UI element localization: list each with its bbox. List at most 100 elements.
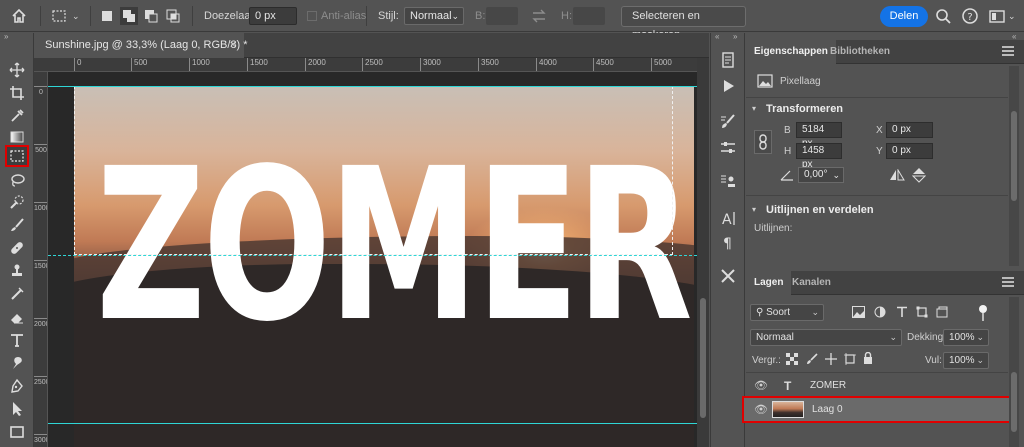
divider bbox=[746, 195, 1008, 196]
select-and-mask-button[interactable]: Selecteren en maskeren... bbox=[621, 6, 746, 41]
link-icon[interactable] bbox=[754, 130, 772, 154]
properties-scrollbar[interactable] bbox=[1009, 66, 1019, 266]
brush-tool[interactable] bbox=[5, 214, 29, 236]
lasso-tool[interactable] bbox=[5, 169, 29, 191]
antialias-checkbox[interactable] bbox=[307, 11, 317, 21]
healing-brush-tool[interactable] bbox=[5, 237, 29, 259]
add-to-selection-icon[interactable] bbox=[120, 7, 138, 25]
type-tool[interactable] bbox=[5, 329, 29, 351]
chevron-down-icon[interactable]: ⌄ bbox=[1008, 6, 1016, 26]
collapse-icon[interactable]: « bbox=[715, 32, 719, 41]
adjustments-icon[interactable] bbox=[719, 139, 737, 157]
layer-row[interactable]: 👁 Laag 0 bbox=[742, 396, 1012, 423]
intersect-selection-icon[interactable] bbox=[164, 7, 182, 25]
layers-scrollbar[interactable] bbox=[1009, 297, 1019, 447]
new-selection-icon[interactable] bbox=[98, 7, 116, 25]
opacity-label: Dekking: bbox=[907, 332, 946, 343]
ruler-tick: 1500 bbox=[34, 260, 47, 270]
scrollbar-thumb[interactable] bbox=[1011, 111, 1017, 201]
subtract-selection-icon[interactable] bbox=[142, 7, 160, 25]
eyedropper-tool[interactable] bbox=[5, 105, 29, 127]
move-tool[interactable] bbox=[5, 59, 29, 81]
marquee-preset-icon[interactable] bbox=[50, 7, 68, 25]
close-icon[interactable]: × bbox=[230, 33, 236, 58]
flip-horizontal-icon[interactable] bbox=[889, 169, 905, 181]
play-icon[interactable] bbox=[719, 77, 737, 95]
visibility-eye-icon[interactable]: 👁 bbox=[754, 398, 768, 422]
lock-position-icon[interactable] bbox=[824, 352, 838, 366]
filter-shape-icon[interactable] bbox=[916, 306, 928, 318]
x-input[interactable]: 0 px bbox=[886, 122, 933, 138]
filter-toggle-icon[interactable] bbox=[979, 305, 987, 313]
chevron-down-icon[interactable]: ▾ bbox=[752, 104, 756, 113]
filter-pixel-icon[interactable] bbox=[852, 306, 865, 318]
panel-menu-icon[interactable] bbox=[1002, 46, 1014, 56]
svg-text:?: ? bbox=[967, 12, 972, 23]
pen-tool[interactable] bbox=[5, 375, 29, 397]
share-button[interactable]: Delen bbox=[880, 6, 928, 27]
paragraph-icon[interactable]: ¶ bbox=[719, 233, 737, 251]
chevron-down-icon: ⌄ bbox=[811, 307, 819, 317]
history-brush-tool[interactable] bbox=[5, 283, 29, 305]
feather-input[interactable]: 0 px bbox=[249, 7, 297, 25]
ruler-tick: 2500 bbox=[34, 376, 47, 386]
workspace-icon[interactable] bbox=[988, 7, 1006, 25]
width-input[interactable] bbox=[486, 7, 518, 25]
quick-selection-icon bbox=[10, 195, 24, 209]
filter-type-icon[interactable] bbox=[896, 306, 908, 318]
visibility-eye-icon[interactable]: 👁 bbox=[754, 374, 768, 398]
width-input[interactable]: 5184 px bbox=[796, 122, 842, 149]
tools-icon[interactable] bbox=[719, 267, 737, 285]
tab-bibliotheken[interactable]: Bibliotheken bbox=[822, 40, 898, 64]
clone-stamp-tool[interactable] bbox=[5, 260, 29, 282]
filter-smart-object-icon[interactable] bbox=[936, 306, 948, 318]
layer-filter-select[interactable]: ⚲ Soort ⌄ bbox=[750, 304, 824, 321]
smudge-tool[interactable] bbox=[5, 352, 29, 374]
lock-artboard-icon[interactable] bbox=[844, 353, 856, 365]
guide-line bbox=[48, 255, 697, 256]
rectangle-shape-tool[interactable] bbox=[5, 421, 29, 443]
lasso-icon bbox=[11, 174, 25, 187]
ruler-tick: 1000 bbox=[189, 58, 210, 71]
lock-all-icon[interactable] bbox=[863, 352, 873, 365]
collapse-icon[interactable]: » bbox=[4, 32, 8, 41]
angle-input[interactable]: 0,00° ⌄ bbox=[798, 167, 844, 183]
style-select[interactable]: Normaal ⌄ bbox=[404, 7, 464, 25]
chevron-down-icon[interactable]: ▾ bbox=[752, 205, 756, 214]
scrollbar-thumb[interactable] bbox=[1011, 372, 1017, 432]
y-input[interactable]: 0 px bbox=[886, 143, 933, 159]
help-icon[interactable]: ? bbox=[961, 7, 979, 25]
ruler-tick: 500 bbox=[34, 144, 47, 154]
rectangular-marquee-tool[interactable] bbox=[5, 145, 29, 167]
clone-source-icon[interactable] bbox=[719, 173, 737, 191]
lock-pixels-icon[interactable] bbox=[806, 353, 818, 365]
tab-kanalen[interactable]: Kanalen bbox=[784, 271, 839, 295]
expand-icon[interactable]: » bbox=[733, 32, 737, 41]
search-icon[interactable] bbox=[934, 7, 952, 25]
quick-selection-tool[interactable] bbox=[5, 191, 29, 213]
home-icon[interactable] bbox=[10, 7, 28, 25]
opacity-select[interactable]: 100% ⌄ bbox=[943, 329, 989, 346]
layer-row[interactable]: 👁 T ZOMER bbox=[746, 374, 1008, 398]
path-selection-tool[interactable] bbox=[5, 398, 29, 420]
panel-menu-icon[interactable] bbox=[1002, 277, 1014, 287]
height-input[interactable]: 1458 px bbox=[796, 143, 842, 170]
brush-settings-icon[interactable] bbox=[719, 113, 737, 131]
filter-adjustment-icon[interactable] bbox=[874, 306, 886, 318]
crop-tool[interactable] bbox=[5, 82, 29, 104]
layer-thumbnail bbox=[772, 401, 804, 418]
canvas-scrollbar[interactable] bbox=[697, 58, 709, 447]
document-tab[interactable]: Sunshine.jpg @ 33,3% (Laag 0, RGB/8) * × bbox=[34, 33, 248, 58]
character-icon[interactable]: A bbox=[719, 209, 737, 227]
swap-dimensions-icon[interactable] bbox=[530, 7, 548, 25]
chevron-down-icon[interactable]: ⌄ bbox=[72, 6, 80, 26]
history-icon[interactable] bbox=[719, 51, 737, 69]
scrollbar-thumb[interactable] bbox=[700, 298, 706, 418]
lock-transparent-icon[interactable] bbox=[786, 353, 798, 365]
fill-select[interactable]: 100% ⌄ bbox=[943, 352, 989, 369]
eraser-tool[interactable] bbox=[5, 306, 29, 328]
blend-mode-select[interactable]: Normaal ⌄ bbox=[750, 329, 902, 346]
height-input[interactable] bbox=[573, 7, 605, 25]
flip-vertical-icon[interactable] bbox=[912, 167, 926, 183]
divider bbox=[746, 97, 1008, 98]
